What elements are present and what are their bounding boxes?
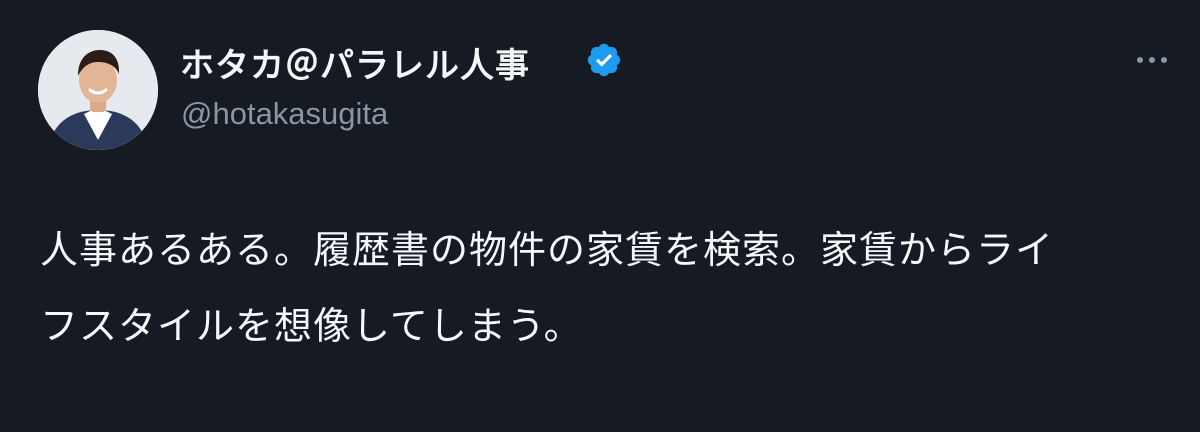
- user-handle[interactable]: @hotakasugita: [181, 96, 388, 132]
- avatar-photo: [38, 30, 158, 150]
- avatar[interactable]: [38, 30, 158, 150]
- tweet-card: ホタカ＠パラレル人事 @hotakasugita 人事あるある。履歴書の物件の家…: [0, 0, 1200, 432]
- tweet-text-line: フスタイルを想像してしまう。: [40, 304, 583, 348]
- tweet-text: 人事あるある。履歴書の物件の家賃を検索。家賃からライ フスタイルを想像してしまう…: [40, 212, 1180, 364]
- display-name[interactable]: ホタカ＠パラレル人事: [180, 38, 530, 87]
- tweet-text-line: 人事あるある。履歴書の物件の家賃を検索。家賃からライ: [40, 228, 1055, 272]
- more-dots-icon: [1137, 57, 1143, 63]
- verified-badge-icon: [585, 41, 623, 79]
- more-options-button[interactable]: [1130, 42, 1174, 78]
